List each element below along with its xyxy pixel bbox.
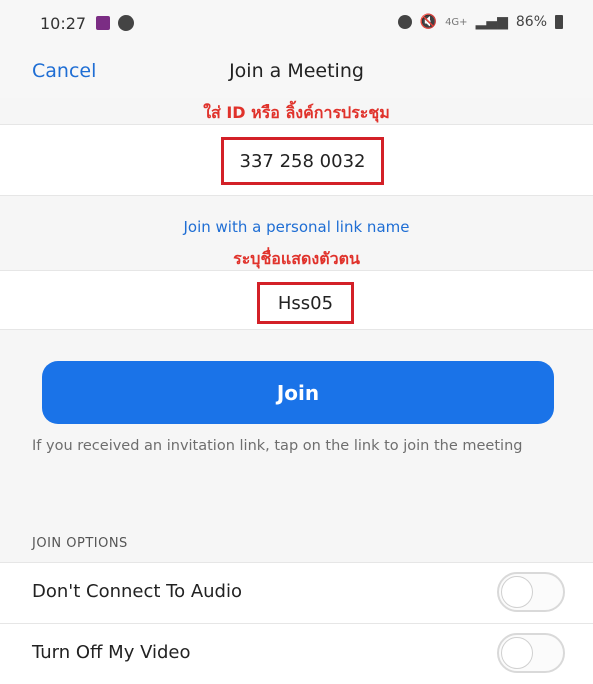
join-button[interactable]: Join [42, 361, 554, 424]
name-annotation: ระบุชื่อแสดงตัวตน [233, 249, 360, 268]
personal-link-name-link[interactable]: Join with a personal link name [0, 218, 593, 236]
join-options-header: JOIN OPTIONS [32, 536, 128, 551]
option-row-video: Turn Off My Video [0, 623, 593, 684]
nav-bar: Cancel Join a Meeting [0, 48, 593, 98]
network-type: 4G+ [445, 16, 468, 28]
signal-icon: ▂▄▆ [475, 14, 508, 30]
id-annotation: ใส่ ID หรือ ลิ้งค์การประชุม [203, 103, 390, 122]
meeting-id-input[interactable]: 337 258 0032 [221, 137, 384, 185]
alarm-icon [397, 15, 412, 29]
toggle-knob [501, 637, 533, 669]
mute-icon: 🔇 [419, 14, 438, 30]
battery-icon [555, 15, 563, 29]
page-title: Join a Meeting [229, 60, 364, 82]
account-icon [118, 15, 134, 31]
option-row-audio: Don't Connect To Audio [0, 562, 593, 623]
video-toggle[interactable] [497, 633, 565, 673]
toggle-knob [501, 576, 533, 608]
status-bar: 10:27 🔇 4G+ ▂▄▆ 86% [0, 0, 593, 48]
audio-toggle[interactable] [497, 572, 565, 612]
app-notification-icon [96, 16, 110, 30]
battery-percent: 86% [515, 14, 547, 30]
invitation-hint: If you received an invitation link, tap … [32, 438, 523, 454]
option-label: Turn Off My Video [32, 642, 191, 663]
option-label: Don't Connect To Audio [32, 581, 242, 602]
status-indicators: 🔇 4G+ ▂▄▆ 86% [397, 14, 563, 30]
display-name-input[interactable]: Hss05 [257, 282, 354, 324]
status-time: 10:27 [40, 14, 87, 33]
